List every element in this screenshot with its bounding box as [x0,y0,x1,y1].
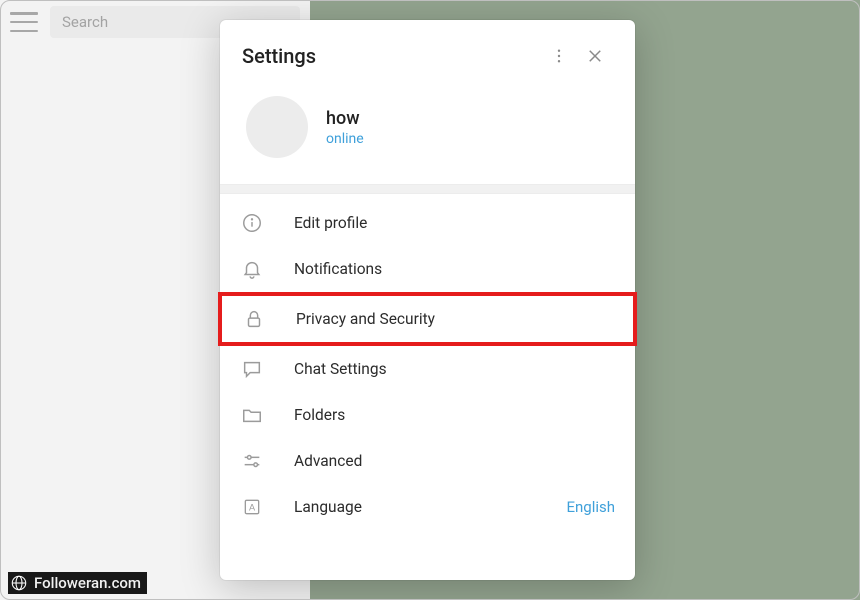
menu-label: Folders [294,406,615,424]
watermark: Followeran.com [8,572,147,594]
language-icon: A [240,495,264,519]
more-button[interactable] [541,38,577,74]
menu-label: Advanced [294,452,615,470]
avatar [246,96,308,158]
menu-item-chat-settings[interactable]: Chat Settings [220,346,635,392]
modal-header: Settings [220,20,635,86]
menu-item-folders[interactable]: Folders [220,392,635,438]
settings-menu: Edit profile Notifications Privacy and S… [220,194,635,536]
profile-section[interactable]: how online [220,86,635,184]
svg-text:A: A [249,502,256,512]
watermark-text: Followeran.com [34,574,141,592]
language-value: English [566,498,615,516]
menu-item-privacy-security[interactable]: Privacy and Security [218,292,637,346]
menu-label: Language [294,498,536,516]
globe-icon [10,574,28,592]
lock-icon [242,307,266,331]
menu-label: Chat Settings [294,360,615,378]
menu-item-language[interactable]: A Language English [220,484,635,530]
bell-icon [240,257,264,281]
menu-label: Privacy and Security [296,310,613,328]
more-vertical-icon [550,47,568,65]
profile-text: how online [326,108,364,147]
divider [220,184,635,194]
close-button[interactable] [577,38,613,74]
menu-item-advanced[interactable]: Advanced [220,438,635,484]
close-icon [586,47,604,65]
menu-label: Edit profile [294,214,615,232]
profile-name: how [326,108,364,129]
chat-icon [240,357,264,381]
menu-item-notifications[interactable]: Notifications [220,246,635,292]
menu-label: Notifications [294,260,615,278]
info-icon [240,211,264,235]
settings-modal: Settings how online Edit profile [220,20,635,580]
folder-icon [240,403,264,427]
menu-item-edit-profile[interactable]: Edit profile [220,200,635,246]
modal-title: Settings [242,44,541,68]
sliders-icon [240,449,264,473]
profile-status: online [326,131,364,147]
